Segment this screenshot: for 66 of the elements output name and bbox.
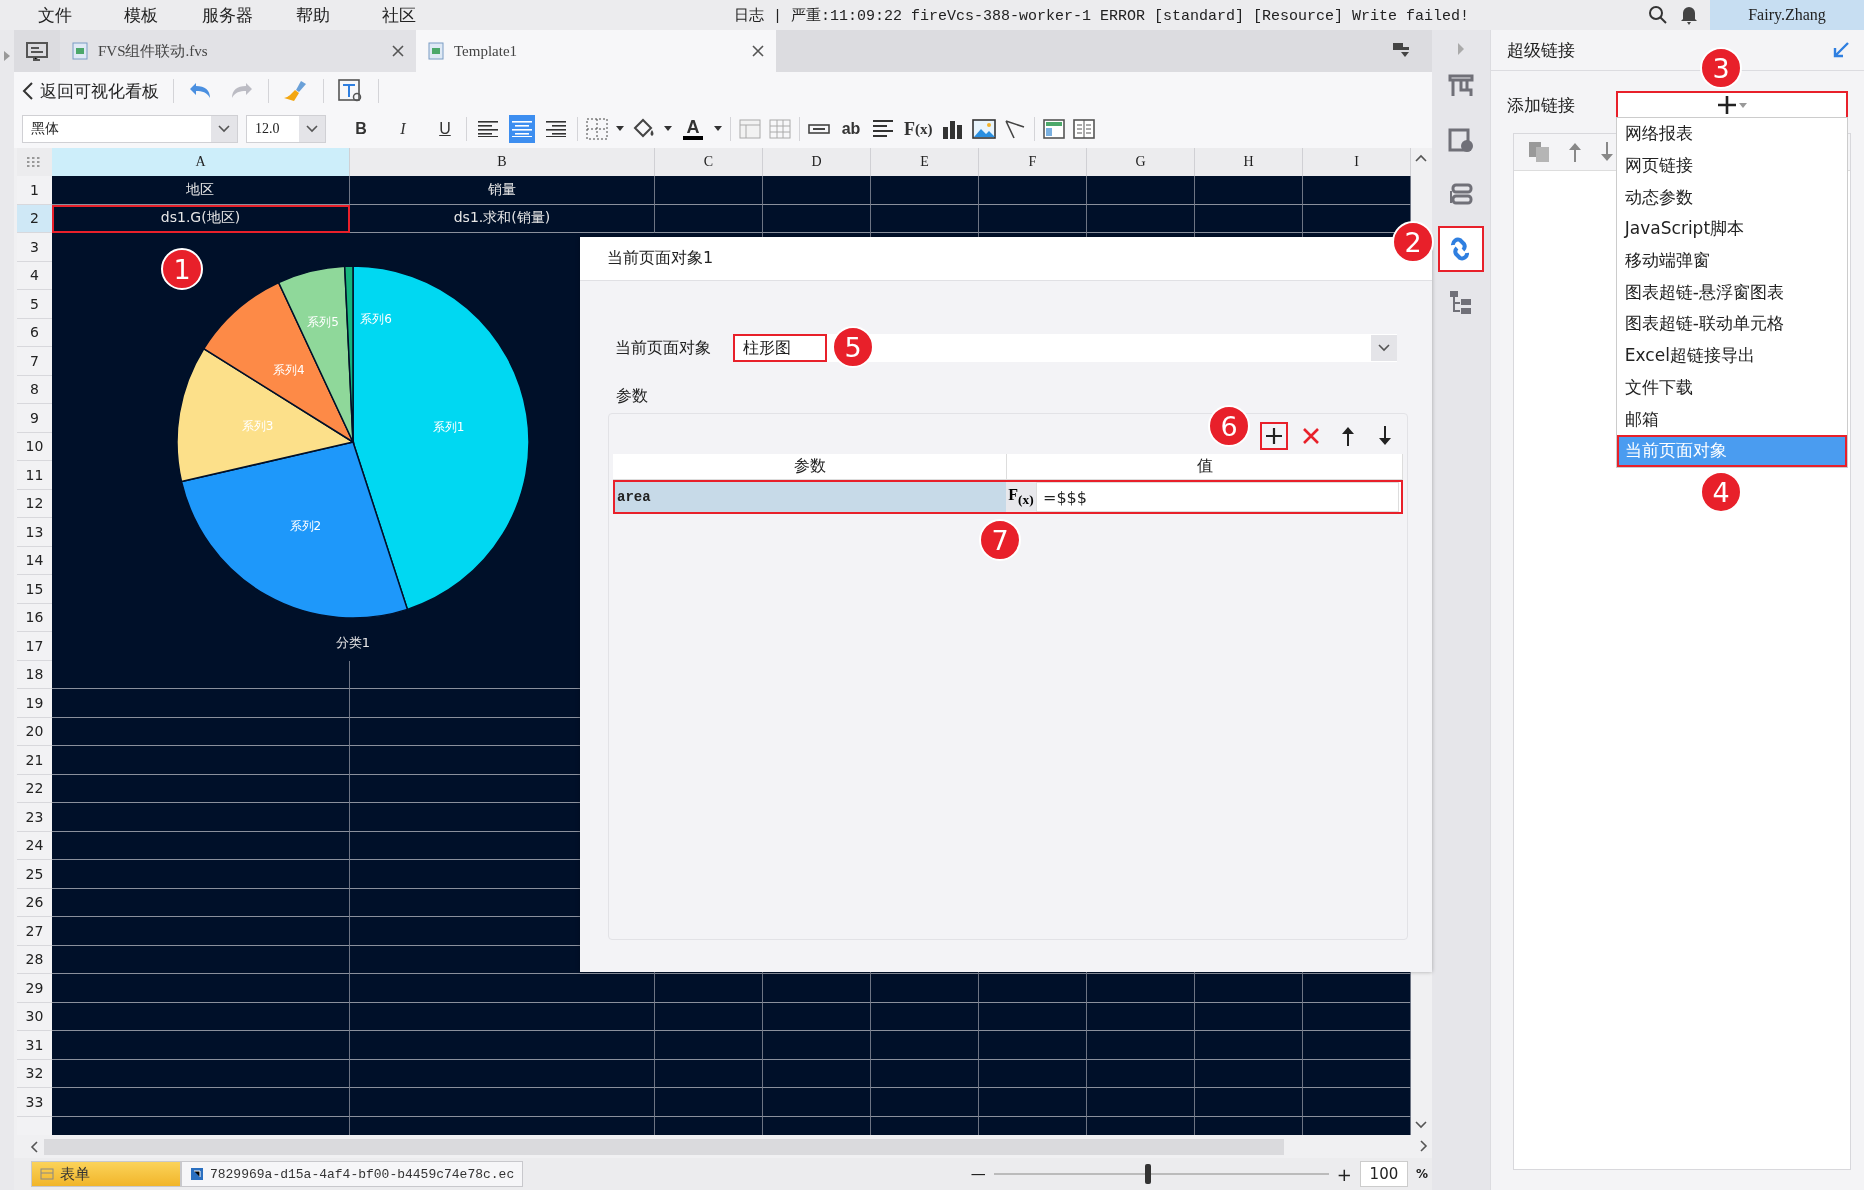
percent-sign: % (1415, 1167, 1428, 1181)
font-color-button[interactable]: A (679, 115, 706, 143)
document-tab[interactable]: Template1 (415, 30, 776, 72)
underline-button[interactable]: U (431, 115, 458, 143)
selected-value: 柱形图 (733, 334, 827, 362)
log-message: 日志 | 严重:11:09:22 fireVcs-388-worker-1 ERROR [standard] [Resource] Write failed! (734, 6, 1470, 25)
user-name[interactable]: Fairy.Zhang (1710, 0, 1864, 30)
table-cell: 销量 (349, 176, 655, 205)
column-header: 参数 (613, 454, 1007, 479)
italic-button[interactable]: I (389, 115, 416, 143)
field-label: 当前页面对象 (615, 337, 712, 359)
back-link[interactable]: 返回可视化看板 (21, 79, 159, 103)
dropdown-item[interactable]: 文件下载 (1616, 371, 1847, 404)
dropdown-item[interactable]: 邮箱 (1616, 403, 1847, 435)
panel-title: 超级链接 (1506, 38, 1576, 62)
sheet-tab[interactable]: 7829969a-d15a-4af4-bf00-b4459c74e78c.ec (180, 1161, 524, 1187)
parameter-row[interactable]: area F$_{(x)}$ =$$$ (613, 480, 1403, 514)
add-link-label: 添加链接 (1506, 93, 1576, 117)
column-header[interactable]: F (978, 148, 1087, 176)
document-tab[interactable]: FVS组件联动.fvs (59, 30, 416, 72)
column-header[interactable]: B (349, 148, 655, 176)
row-header[interactable]: 2 (16, 204, 52, 233)
value-field[interactable]: =$$$ (1036, 482, 1399, 512)
font-size-select[interactable]: 12.0 (245, 115, 326, 143)
font-select[interactable]: 黑体 (21, 115, 238, 143)
slice-label: 系列6 (360, 311, 392, 326)
column-header[interactable]: I (1302, 148, 1411, 176)
group-label: 参数 (616, 386, 649, 407)
dropdown-item[interactable]: 动态参数 (1616, 181, 1847, 214)
menu-item[interactable]: 服务器 (184, 3, 270, 27)
table-cell: ds1.求和(销量) (349, 204, 655, 233)
dropdown-item[interactable]: 图表超链-悬浮窗图表 (1616, 276, 1847, 309)
column-header[interactable]: D (762, 148, 871, 176)
menu-item[interactable]: 帮助 (270, 3, 356, 27)
dropdown-item[interactable]: JavaScript脚本 (1616, 213, 1847, 245)
column-header[interactable]: G (1086, 148, 1195, 176)
dropdown-item[interactable]: Excel超链接导出 (1616, 339, 1847, 372)
column-header[interactable]: H (1194, 148, 1303, 176)
slice-label: 系列5 (307, 315, 339, 330)
slice-label: 系列3 (241, 419, 274, 433)
column-header[interactable]: A (51, 148, 350, 176)
dropdown-item[interactable]: 网络报表 (1616, 118, 1847, 150)
slice-label: 系列2 (289, 519, 322, 534)
category-label: 分类1 (335, 635, 371, 650)
dropdown-item[interactable]: 网页链接 (1616, 149, 1847, 182)
zoom-in-button[interactable]: + (1336, 1163, 1352, 1185)
zoom-out-button[interactable]: — (970, 1165, 986, 1183)
column-header[interactable]: E (870, 148, 979, 176)
formula-button[interactable]: F$_{(x)}$ (1006, 482, 1036, 512)
menu-item[interactable]: 文件 (12, 3, 98, 27)
parameter-name: area (613, 482, 1006, 512)
bold-button[interactable]: B (347, 115, 374, 143)
dropdown-item[interactable]: 移动端弹窗 (1616, 244, 1847, 277)
zoom-field[interactable]: 100 (1359, 1161, 1408, 1187)
wrap-button[interactable]: ab (837, 115, 864, 143)
dialog-title: 当前页面对象1 (607, 248, 714, 269)
slice-label: 系列1 (432, 419, 465, 434)
menu-item[interactable]: 社区 (356, 3, 442, 27)
column-header: 值 (1007, 454, 1403, 479)
table-cell: 地区 (51, 176, 350, 205)
dropdown-item[interactable]: 图表超链-联动单元格 (1616, 308, 1847, 340)
sheet-tab[interactable]: 表单 (30, 1161, 181, 1187)
column-header[interactable]: C (654, 148, 763, 176)
menu-item[interactable]: 模板 (98, 3, 184, 27)
table-cell: ds1.G(地区) (51, 204, 350, 233)
slice-label: 系列4 (273, 362, 305, 377)
